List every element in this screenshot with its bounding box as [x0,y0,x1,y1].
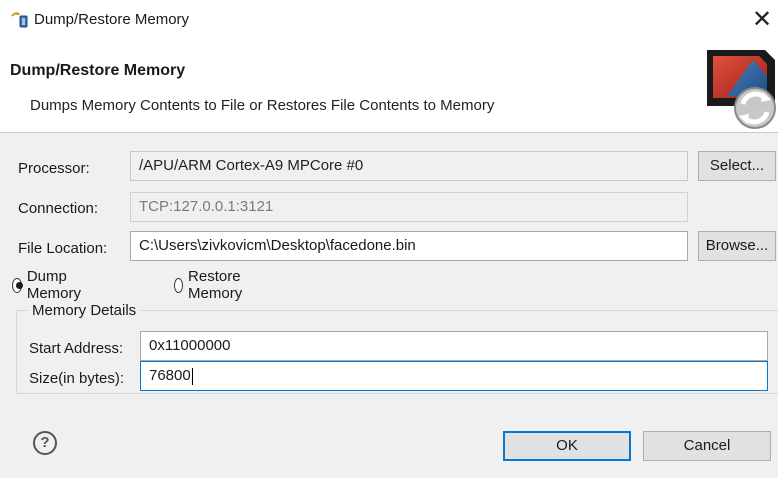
connection-label: Connection: [18,200,99,217]
size-value: 76800 [149,367,191,384]
file-location-label: File Location: [18,240,108,257]
size-label: Size(in bytes): [29,370,125,387]
memory-details-legend: Memory Details [28,302,141,319]
restore-memory-radio[interactable]: Restore Memory [174,268,248,302]
help-icon[interactable]: ? [33,431,57,455]
close-button[interactable]: ✕ [748,6,776,34]
processor-label: Processor: [18,160,90,177]
select-processor-button[interactable]: Select... [698,151,776,181]
dump-memory-label: Dump Memory [26,268,82,302]
start-address-label: Start Address: [29,340,124,357]
banner-title: Dump/Restore Memory [10,62,186,79]
restore-memory-label: Restore Memory [188,268,243,302]
text-caret [191,367,193,385]
file-location-input[interactable]: C:\Users\zivkovicm\Desktop\facedone.bin [130,231,688,261]
start-address-input[interactable]: 0x11000000 [140,331,768,361]
dump-memory-radio[interactable]: Dump Memory [12,268,86,302]
ok-button[interactable]: OK [503,431,631,461]
size-input[interactable]: 76800 [140,361,768,391]
radio-unchecked-icon [174,277,184,293]
dump-restore-title-icon [11,12,28,28]
banner-description: Dumps Memory Contents to File or Restore… [30,97,495,114]
memory-dump-restore-icon [707,50,776,129]
close-icon: ✕ [751,6,773,33]
window-title: Dump/Restore Memory [34,11,190,28]
browse-button[interactable]: Browse... [698,231,776,261]
title-bar: Dump/Restore Memory ✕ [0,0,778,40]
header-banner: Dump/Restore Memory Dumps Memory Content… [0,40,778,133]
dump-restore-dialog: Dump/Restore Memory ✕ Dump/Restore Memor… [0,0,778,478]
radio-checked-icon [12,277,23,293]
processor-field: /APU/ARM Cortex-A9 MPCore #0 [130,151,688,181]
cancel-button[interactable]: Cancel [643,431,771,461]
connection-field: TCP:127.0.0.1:3121 [130,192,688,222]
